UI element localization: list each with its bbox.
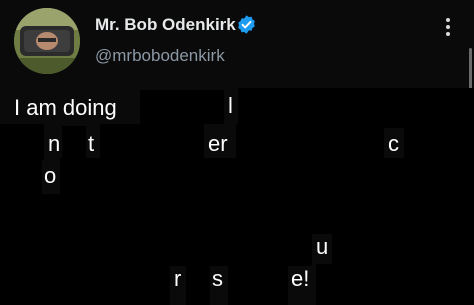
redaction-mark	[228, 264, 288, 305]
redaction-mark	[0, 264, 170, 305]
redaction-mark	[60, 158, 474, 196]
tweet-text-fragment: o	[44, 163, 57, 188]
redaction-mark	[238, 88, 474, 128]
redaction-mark	[316, 264, 474, 305]
tweet-text-fragment: n	[48, 131, 61, 156]
redaction-mark	[140, 90, 224, 124]
tweet-text-fragment: r	[174, 266, 182, 291]
tweet-text: I am doing l n t er c o u r s e!	[0, 0, 474, 305]
tweet-text-fragment: u	[316, 234, 329, 259]
redaction-mark	[0, 194, 474, 234]
tweet-text-line1: I am doing	[14, 95, 117, 120]
redaction-mark	[0, 232, 312, 266]
redaction-mark	[0, 160, 42, 194]
tweet-text-fragment: t	[88, 131, 95, 156]
redaction-mark	[332, 232, 474, 266]
tweet-screen: Mr. Bob Odenkirk @mrbobodenkirk I am doi…	[0, 0, 474, 305]
tweet-text-fragment: er	[208, 131, 228, 156]
redaction-mark	[186, 264, 210, 305]
tweet-text-fragment: e!	[291, 266, 310, 291]
tweet-text-fragment: s	[212, 266, 223, 291]
tweet-text-fragment: l	[228, 93, 233, 118]
redaction-mark	[0, 124, 44, 160]
tweet-text-fragment: c	[388, 131, 399, 156]
redaction-mark	[404, 126, 474, 162]
redaction-mark	[100, 124, 204, 162]
redaction-mark	[236, 124, 384, 162]
redaction-mark	[62, 126, 86, 158]
